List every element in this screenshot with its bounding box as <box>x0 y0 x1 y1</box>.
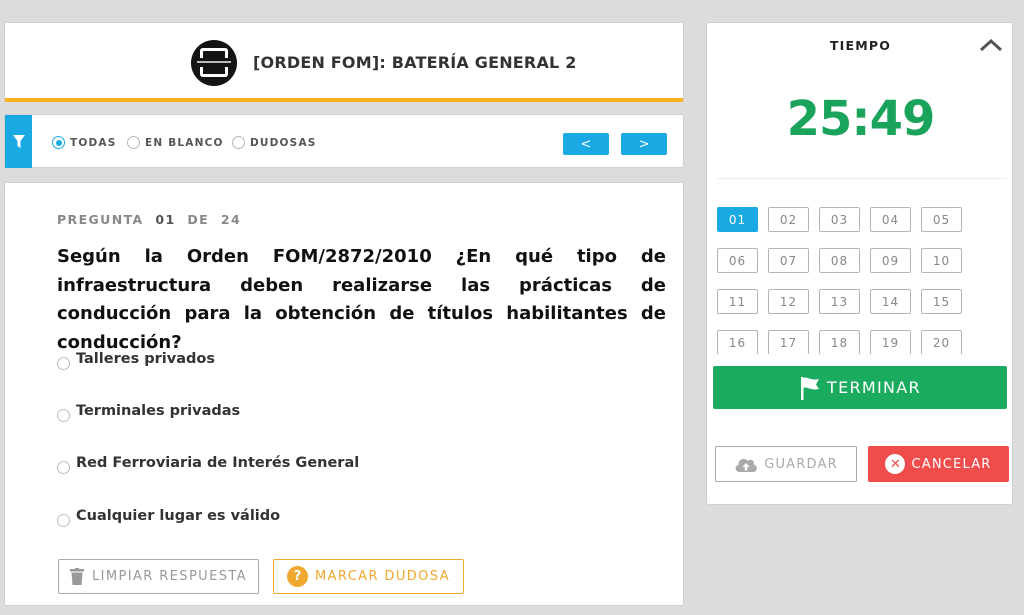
question-number-button[interactable]: 08 <box>819 248 860 273</box>
answer-option[interactable]: Red Ferroviaria de Interés General <box>57 455 359 474</box>
question-number-button[interactable]: 07 <box>768 248 809 273</box>
radio-selected-icon[interactable] <box>52 136 65 149</box>
question-number-button[interactable]: 17 <box>768 330 809 354</box>
finish-button[interactable]: TERMINAR <box>713 366 1007 409</box>
question-number-button[interactable]: 13 <box>819 289 860 314</box>
question-card: PREGUNTA 01 DE 24 Según la Orden FOM/287… <box>4 182 684 606</box>
radio-icon[interactable] <box>57 357 70 370</box>
academy-logo-icon <box>191 40 237 86</box>
divider <box>717 178 1007 179</box>
question-number-button[interactable]: 19 <box>870 330 911 354</box>
filter-blank[interactable]: EN BLANCO <box>127 136 224 149</box>
timer-label: TIEMPO <box>829 38 892 53</box>
answer-label: Terminales privadas <box>76 403 241 419</box>
cancel-button[interactable]: ✕ CANCELAR <box>868 446 1009 482</box>
question-number-button[interactable]: 18 <box>819 330 860 354</box>
answer-option[interactable]: Cualquier lugar es válido <box>57 508 280 527</box>
counter-of: DE <box>187 212 210 227</box>
filter-doubtful[interactable]: DUDOSAS <box>232 136 317 149</box>
filter-all-label: TODAS <box>70 136 117 149</box>
test-header: [ORDEN FOM]: BATERÍA GENERAL 2 <box>4 22 684 102</box>
question-number-button[interactable]: 20 <box>921 330 962 354</box>
clear-answer-label: LIMPIAR RESPUESTA <box>92 569 247 584</box>
question-counter: PREGUNTA 01 DE 24 <box>57 212 247 227</box>
question-number-button[interactable]: 09 <box>870 248 911 273</box>
answer-label: Red Ferroviaria de Interés General <box>76 455 360 471</box>
radio-icon[interactable] <box>57 461 70 474</box>
save-label: GUARDAR <box>764 456 838 472</box>
mark-doubtful-button[interactable]: ? MARCAR DUDOSA <box>273 559 464 594</box>
chevron-up-icon[interactable] <box>979 37 1003 53</box>
filter-bar: TODAS EN BLANCO DUDOSAS < > <box>4 114 684 168</box>
prev-question-button[interactable]: < <box>563 133 609 155</box>
test-title: [ORDEN FOM]: BATERÍA GENERAL 2 <box>253 53 577 72</box>
mark-doubtful-label: MARCAR DUDOSA <box>315 569 450 584</box>
question-number-button[interactable]: 10 <box>921 248 962 273</box>
counter-current: 01 <box>155 212 176 227</box>
timer-panel: TIEMPO 25:49 01 02 03 04 05 06 07 08 09 10 11 12 13 1… <box>706 22 1013 505</box>
clear-answer-button[interactable]: LIMPIAR RESPUESTA <box>58 559 259 594</box>
question-number-button[interactable]: 16 <box>717 330 758 354</box>
funnel-icon[interactable] <box>5 115 32 168</box>
radio-icon[interactable] <box>232 136 245 149</box>
answer-label: Cualquier lugar es válido <box>76 508 281 524</box>
cloud-upload-icon <box>735 458 758 472</box>
question-icon: ? <box>287 566 308 587</box>
counter-total: 24 <box>220 212 242 227</box>
trash-icon <box>70 568 85 585</box>
cancel-label: CANCELAR <box>911 456 992 472</box>
question-number-button[interactable]: 01 <box>717 207 758 232</box>
next-question-button[interactable]: > <box>621 133 667 155</box>
timer-value: 25:49 <box>786 91 936 147</box>
question-number-button[interactable]: 04 <box>870 207 911 232</box>
radio-icon[interactable] <box>127 136 140 149</box>
answer-option[interactable]: Terminales privadas <box>57 403 240 422</box>
question-number-button[interactable]: 14 <box>870 289 911 314</box>
radio-icon[interactable] <box>57 409 70 422</box>
question-number-button[interactable]: 15 <box>921 289 962 314</box>
question-number-button[interactable]: 06 <box>717 248 758 273</box>
flag-icon <box>801 376 820 400</box>
filter-all[interactable]: TODAS <box>52 136 117 149</box>
filter-blank-label: EN BLANCO <box>145 136 224 149</box>
question-text: Según la Orden FOM/2872/2010 ¿En qué tip… <box>57 246 666 353</box>
answer-option[interactable]: Talleres privados <box>57 351 215 370</box>
close-circle-icon: ✕ <box>885 454 906 474</box>
filter-doubtful-label: DUDOSAS <box>250 136 317 149</box>
finish-label: TERMINAR <box>827 378 921 397</box>
answer-label: Talleres privados <box>76 351 215 367</box>
question-number-button[interactable]: 02 <box>768 207 809 232</box>
question-number-button[interactable]: 11 <box>717 289 758 314</box>
question-grid: 01 02 03 04 05 06 07 08 09 10 11 12 13 14 15 16 17 18 19 20 <box>717 207 1007 354</box>
save-button[interactable]: GUARDAR <box>715 446 857 482</box>
question-number-button[interactable]: 03 <box>819 207 860 232</box>
question-number-button[interactable]: 12 <box>768 289 809 314</box>
counter-word: PREGUNTA <box>57 212 144 227</box>
question-number-button[interactable]: 05 <box>921 207 962 232</box>
radio-icon[interactable] <box>57 514 70 527</box>
